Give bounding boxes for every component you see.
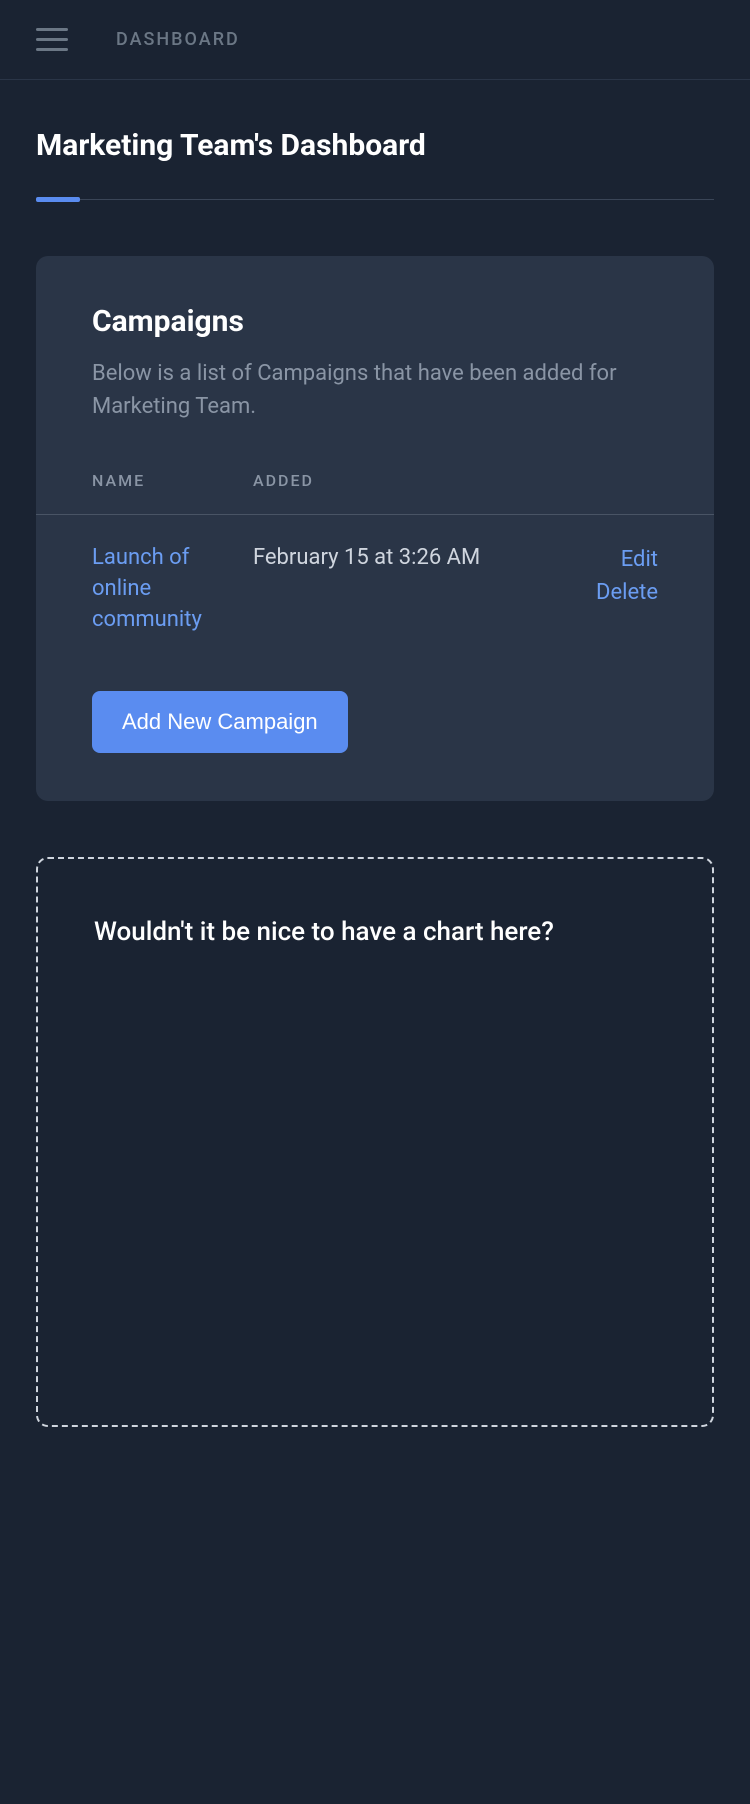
campaigns-card: Campaigns Below is a list of Campaigns t… [36, 256, 714, 801]
dashboard-nav-link[interactable]: DASHBOARD [116, 29, 240, 50]
campaigns-card-title: Campaigns [92, 304, 658, 339]
edit-link[interactable]: Edit [490, 543, 658, 576]
chart-placeholder-card: Wouldn't it be nice to have a chart here… [36, 857, 714, 1427]
campaigns-table: NAME ADDED Launch of online community Fe… [36, 471, 714, 663]
column-header-actions [490, 471, 714, 515]
campaign-name-link[interactable]: Launch of online community [92, 543, 253, 635]
main-content: Marketing Team's Dashboard Campaigns Bel… [0, 80, 750, 1463]
campaign-added-date: February 15 at 3:26 AM [253, 543, 490, 574]
column-header-name: NAME [36, 471, 253, 515]
campaigns-card-description: Below is a list of Campaigns that have b… [92, 357, 658, 423]
title-underline [36, 199, 714, 200]
table-row: Launch of online community February 15 a… [36, 515, 714, 664]
page-title: Marketing Team's Dashboard [36, 128, 714, 163]
app-header: DASHBOARD [0, 0, 750, 80]
hamburger-menu-icon[interactable] [36, 28, 68, 51]
column-header-added: ADDED [253, 471, 490, 515]
chart-placeholder-text: Wouldn't it be nice to have a chart here… [94, 913, 656, 952]
delete-link[interactable]: Delete [490, 576, 658, 609]
add-new-campaign-button[interactable]: Add New Campaign [92, 691, 348, 753]
